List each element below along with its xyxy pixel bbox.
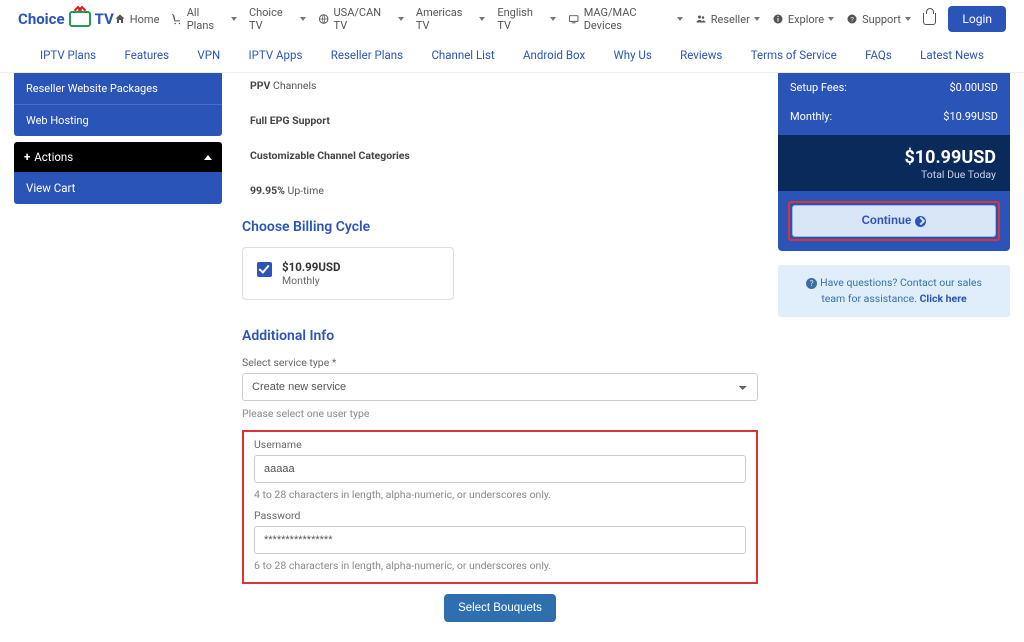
checkbox-checked-icon[interactable] (257, 262, 272, 277)
plus-icon: + (24, 150, 30, 164)
order-summary: Setup Fees: $0.00USD Monthly: $10.99USD … (778, 73, 1010, 251)
nav-choice-tv[interactable]: Choice TV (249, 6, 306, 32)
credentials-highlight: Username 4 to 28 characters in length, a… (242, 430, 758, 584)
logo-text-1: Choice (18, 10, 65, 28)
chevron-down-icon (754, 17, 760, 21)
username-label: Username (254, 438, 746, 451)
chevron-down-icon (231, 17, 237, 21)
nav-usa-can[interactable]: USA/CAN TV (318, 6, 404, 32)
password-hint: 6 to 28 characters in length, alpha-nume… (254, 559, 746, 572)
user-type-hint: Please select one user type (242, 407, 758, 420)
continue-highlight: Continue (788, 201, 1000, 241)
actions-header[interactable]: +Actions (14, 142, 222, 172)
help-icon: ? (846, 13, 858, 25)
svg-text:?: ? (850, 17, 854, 24)
secnav-faqs[interactable]: FAQs (865, 48, 892, 62)
setup-fees-label: Setup Fees: (790, 81, 847, 94)
secnav-iptv-apps[interactable]: IPTV Apps (249, 48, 303, 62)
total-due-value: $10.99USD (792, 147, 996, 168)
nav-mag[interactable]: MAG/MAC Devices (568, 6, 682, 32)
secondary-nav: IPTV Plans Features VPN IPTV Apps Resell… (0, 40, 1024, 73)
sidebar: Reseller Website Packages Web Hosting +A… (14, 73, 222, 204)
main-content: PPV Channels Full EPG Support Customizab… (242, 73, 758, 622)
service-type-select[interactable]: Create new service (242, 373, 758, 401)
order-summary-column: Setup Fees: $0.00USD Monthly: $10.99USD … (778, 73, 1010, 317)
sidebar-item-reseller-packages[interactable]: Reseller Website Packages (14, 73, 222, 104)
secnav-features[interactable]: Features (124, 48, 169, 62)
summary-monthly-row: Monthly: $10.99USD (788, 102, 1000, 131)
logo[interactable]: Choice TV (18, 10, 114, 28)
secnav-reseller-plans[interactable]: Reseller Plans (331, 48, 403, 62)
continue-button[interactable]: Continue (792, 205, 996, 237)
nav-support[interactable]: ? Support (846, 13, 911, 26)
nav-home[interactable]: Home (114, 13, 160, 26)
login-button[interactable]: Login (948, 6, 1006, 32)
secnav-iptv-plans[interactable]: IPTV Plans (40, 48, 96, 62)
secnav-latest-news[interactable]: Latest News (920, 48, 984, 62)
sidebar-categories: Reseller Website Packages Web Hosting (14, 73, 222, 136)
monthly-value: $10.99USD (943, 110, 998, 123)
top-nav: Home All Plans Choice TV USA/CAN TV Amer… (114, 6, 1006, 32)
chevron-down-icon (300, 17, 306, 21)
nav-americas[interactable]: Americas TV (416, 6, 485, 32)
username-input[interactable] (254, 455, 746, 483)
question-circle-icon: ? (806, 278, 817, 289)
nav-all-plans[interactable]: All Plans (171, 6, 237, 32)
users-icon (695, 13, 707, 25)
secnav-android-box[interactable]: Android Box (523, 48, 585, 62)
summary-setup-row: Setup Fees: $0.00USD (788, 73, 1000, 102)
password-label: Password (254, 509, 746, 522)
tv-icon (69, 11, 91, 27)
chevron-down-icon (398, 17, 404, 21)
sidebar-item-web-hosting[interactable]: Web Hosting (14, 104, 222, 136)
secnav-why-us[interactable]: Why Us (614, 48, 652, 62)
nav-reseller[interactable]: Reseller (695, 13, 760, 26)
additional-info-title: Additional Info (242, 328, 758, 344)
secnav-reviews[interactable]: Reviews (680, 48, 722, 62)
sidebar-actions: +Actions View Cart (14, 142, 222, 204)
help-box: ?Have questions? Contact our sales team … (778, 265, 1010, 317)
nav-explore[interactable]: Explore (772, 13, 834, 26)
chevron-down-icon (479, 17, 485, 21)
info-icon (772, 13, 784, 25)
secnav-channel-list[interactable]: Channel List (431, 48, 494, 62)
monthly-label: Monthly: (790, 110, 832, 123)
feature-uptime: 99.95% Up-time (250, 184, 758, 197)
billing-option[interactable]: $10.99USD Monthly (242, 247, 454, 300)
setup-fees-value: $0.00USD (949, 81, 998, 94)
chevron-down-icon (677, 17, 683, 21)
home-icon (114, 13, 126, 25)
secnav-vpn[interactable]: VPN (197, 48, 220, 62)
select-bouquets-button[interactable]: Select Bouquets (444, 594, 556, 622)
cart-icon (171, 13, 182, 25)
nav-english[interactable]: English TV (497, 6, 556, 32)
chevron-down-icon (905, 17, 911, 21)
device-icon (568, 13, 579, 25)
billing-price: $10.99USD (282, 260, 340, 274)
summary-total: $10.99USD Total Due Today (778, 135, 1010, 191)
service-type-label: Select service type * (242, 356, 758, 369)
top-bar: Choice TV Home All Plans Choice TV USA/C… (0, 0, 1024, 38)
help-link[interactable]: Click here (920, 292, 967, 305)
page-body: Reseller Website Packages Web Hosting +A… (0, 73, 1024, 642)
feature-epg: Full EPG Support (250, 114, 758, 127)
arrow-right-circle-icon (915, 216, 926, 227)
feature-categories: Customizable Channel Categories (250, 149, 758, 162)
chevron-down-icon (550, 17, 556, 21)
logo-text-2: TV (95, 10, 114, 28)
shopping-bag-icon[interactable] (923, 13, 936, 25)
view-cart-link[interactable]: View Cart (14, 172, 222, 204)
feature-ppv: PPV Channels (250, 79, 758, 92)
username-hint: 4 to 28 characters in length, alpha-nume… (254, 488, 746, 501)
globe-icon (318, 13, 329, 25)
billing-cycle-title: Choose Billing Cycle (242, 219, 758, 235)
billing-cycle-label: Monthly (282, 274, 340, 287)
total-due-label: Total Due Today (792, 168, 996, 181)
secnav-tos[interactable]: Terms of Service (751, 48, 837, 62)
chevron-down-icon (828, 17, 834, 21)
chevron-up-icon (204, 155, 212, 160)
